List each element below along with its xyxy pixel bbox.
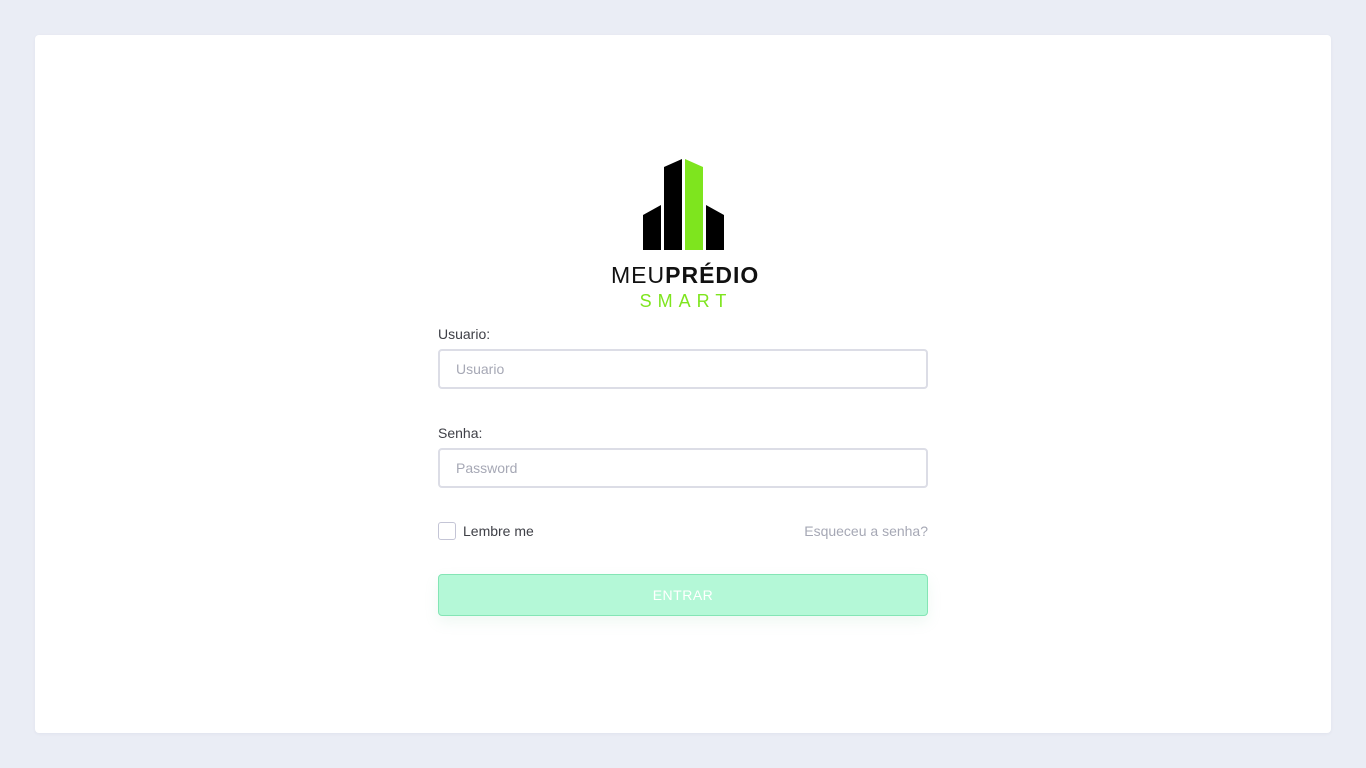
brand-tagline: SMART	[639, 291, 733, 311]
brand-name-bold: PRÉDIO	[665, 262, 760, 288]
brand-name-light: MEU	[611, 262, 666, 288]
password-label: Senha:	[438, 425, 483, 441]
login-form: Usuario: Senha: Lembre me Esqueceu a sen…	[438, 325, 928, 616]
remember-me-checkbox[interactable]	[438, 522, 456, 540]
username-input[interactable]	[438, 349, 928, 389]
username-group: Usuario:	[438, 325, 928, 389]
login-button[interactable]: ENTRAR	[438, 574, 928, 616]
password-group: Senha:	[438, 424, 928, 488]
remember-me-toggle[interactable]: Lembre me	[438, 522, 534, 540]
login-card: MEUPRÉDIO SMART Usuario: Senha: Lembre m…	[35, 35, 1331, 733]
remember-me-label: Lembre me	[463, 523, 534, 539]
username-label: Usuario:	[438, 326, 491, 342]
login-options: Lembre me Esqueceu a senha?	[438, 522, 928, 542]
building-logo-icon	[643, 159, 724, 250]
forgot-password-link[interactable]: Esqueceu a senha?	[804, 523, 928, 539]
brand-name: MEUPRÉDIO	[611, 262, 758, 288]
password-input[interactable]	[438, 448, 928, 488]
brand-logo: MEUPRÉDIO SMART	[611, 157, 758, 317]
